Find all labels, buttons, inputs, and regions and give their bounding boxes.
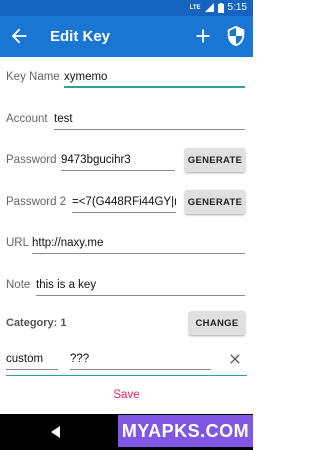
page-title: Edit Key <box>50 28 111 45</box>
save-button[interactable]: Save <box>0 389 253 401</box>
url-label: URL <box>6 237 30 249</box>
key-name-input[interactable]: xymemo <box>64 70 245 88</box>
close-icon[interactable] <box>227 351 243 367</box>
account-label: Account <box>6 113 48 125</box>
password-input[interactable]: 9473bgucihr3 <box>61 153 175 171</box>
key-name-label: Key Name <box>6 71 60 83</box>
plus-icon[interactable] <box>192 25 214 47</box>
watermark-logo: MYAPKS.COM <box>118 415 253 447</box>
url-input[interactable]: http://naxy.me <box>32 236 245 254</box>
note-input[interactable]: this is a key <box>36 278 245 296</box>
password2-label: Password 2 <box>6 196 67 208</box>
nav-back-icon[interactable] <box>48 424 64 440</box>
signal-icon <box>204 3 214 12</box>
account-input[interactable]: test <box>54 112 245 130</box>
password-label: Password <box>6 154 57 166</box>
status-time: 5:15 <box>227 2 247 13</box>
shield-icon[interactable] <box>225 24 247 48</box>
generate-password2-button[interactable]: GENERATE <box>185 190 245 214</box>
status-bar: LTE 5:15 <box>0 0 253 16</box>
battery-icon <box>217 2 224 13</box>
custom-field-value-input[interactable]: ??? <box>70 352 211 370</box>
custom-field-name-input[interactable]: custom <box>6 352 58 370</box>
category-label: Category: 1 <box>6 317 67 329</box>
divider <box>6 375 247 376</box>
note-label: Note <box>6 279 31 291</box>
change-category-button[interactable]: CHANGE <box>189 311 245 335</box>
generate-password-button[interactable]: GENERATE <box>185 148 245 172</box>
network-label: LTE <box>189 4 201 11</box>
arrow-left-icon[interactable] <box>8 25 30 47</box>
app-bar: Edit Key <box>0 16 253 57</box>
password2-input[interactable]: =<7(G448RFi44GY|nI <box>72 195 176 213</box>
status-icons: LTE 5:15 <box>190 2 247 13</box>
